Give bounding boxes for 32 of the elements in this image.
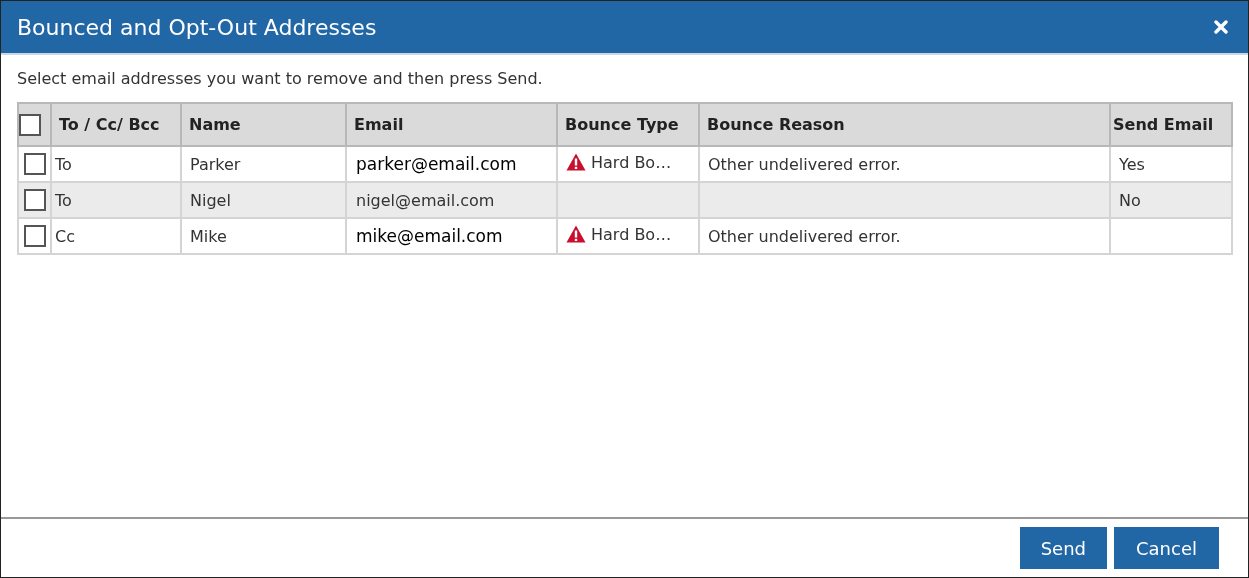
window-title: Bounced and Opt-Out Addresses bbox=[17, 14, 377, 40]
instruction-text: Select email addresses you want to remove and then press Send. bbox=[17, 69, 544, 88]
column-header[interactable]: To / Cc/ Bcc bbox=[51, 103, 181, 146]
send-button[interactable]: Send bbox=[1019, 527, 1107, 569]
table-cell: Hard Bo… bbox=[591, 224, 672, 244]
warning-icon bbox=[566, 153, 586, 172]
table-cell: Yes bbox=[1119, 154, 1145, 174]
column-header[interactable]: Name bbox=[181, 103, 346, 146]
close-icon[interactable] bbox=[1214, 20, 1228, 34]
table-cell: Cc bbox=[55, 226, 75, 246]
checkbox[interactable] bbox=[19, 113, 41, 136]
cancel-button[interactable]: Cancel bbox=[1114, 527, 1219, 569]
column-header[interactable]: Bounce Reason bbox=[699, 103, 1110, 146]
checkbox[interactable] bbox=[23, 153, 46, 175]
checkbox[interactable] bbox=[23, 225, 46, 247]
column-header[interactable]: Email bbox=[346, 103, 557, 146]
column-header[interactable]: Send Email bbox=[1110, 103, 1232, 146]
table-cell: Other undelivered error. bbox=[708, 226, 901, 246]
table-cell: mike@email.com bbox=[356, 226, 503, 246]
table-cell: Hard Bo… bbox=[591, 152, 672, 172]
table-cell: Nigel bbox=[190, 190, 231, 210]
table-cell: nigel@email.com bbox=[356, 190, 495, 210]
checkbox[interactable] bbox=[23, 189, 46, 211]
table-cell: parker@email.com bbox=[356, 154, 517, 174]
table-cell: To bbox=[55, 190, 72, 210]
table-cell: No bbox=[1119, 190, 1141, 210]
table-cell: Other undelivered error. bbox=[708, 154, 901, 174]
warning-icon bbox=[566, 225, 586, 244]
table-cell: Parker bbox=[190, 154, 241, 174]
table-cell: Mike bbox=[190, 226, 227, 246]
column-header[interactable]: Bounce Type bbox=[557, 103, 699, 146]
table-cell: To bbox=[55, 154, 72, 174]
